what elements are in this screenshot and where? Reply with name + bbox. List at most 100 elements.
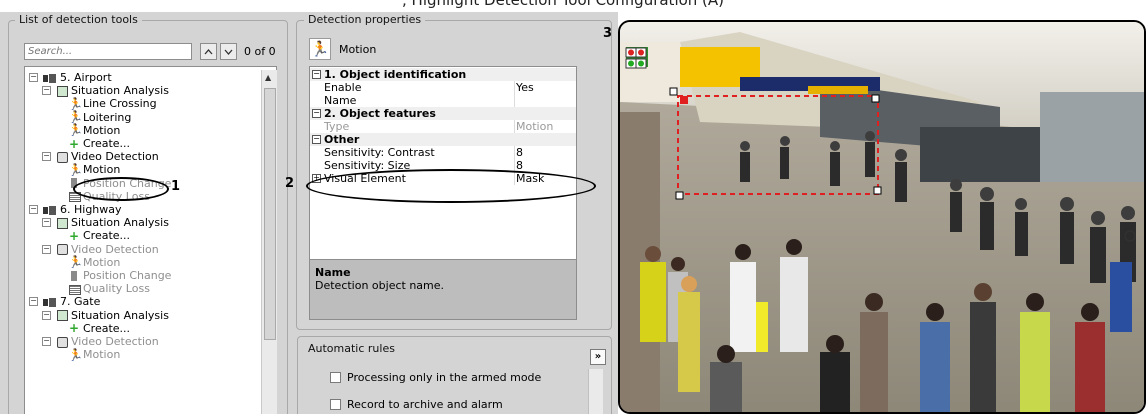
tree-item[interactable]: − 5. Airport (29, 71, 112, 84)
tree-item[interactable]: Position Change (55, 269, 171, 282)
tree-expander-icon[interactable]: − (29, 297, 38, 307)
tree-item-label: Create... (83, 321, 131, 335)
tree-item-label: Motion (83, 348, 121, 362)
tree-item-label: Video Detection (71, 242, 159, 256)
annotation-number-2: 2 (285, 176, 295, 191)
scroll-up-arrow-icon[interactable]: ▲ (265, 73, 271, 82)
tree-expander-icon[interactable]: − (42, 218, 51, 228)
armed-mode-checkbox[interactable] (330, 372, 341, 383)
automatic-rules-title: Automatic rules (304, 342, 399, 355)
video-detection-icon (56, 243, 68, 256)
tree-item-label: 6. Highway (60, 203, 122, 216)
detection-tree: −5. Airport − Situation Analysis 🏃 Line Cros… (24, 66, 277, 414)
video-viewport[interactable] (618, 20, 1146, 414)
zone-handle[interactable] (873, 186, 882, 195)
search-prev-button[interactable] (200, 43, 217, 60)
tree-item[interactable]: Quality Loss (55, 282, 150, 295)
record-archive-checkbox-row[interactable]: Record to archive and alarm (330, 398, 503, 411)
tree-item-label: Motion (83, 163, 121, 177)
tree-item[interactable]: + Create... (55, 137, 130, 150)
situation-analysis-icon (56, 309, 68, 322)
zone-delete-icon[interactable] (680, 96, 688, 104)
tree-item[interactable]: − Situation Analysis (42, 216, 169, 229)
description-text: Detection object name. (315, 279, 445, 292)
line-crossing-icon: 🏃 (68, 96, 83, 111)
annotation-number-3: 3 (603, 26, 613, 41)
tree-item[interactable]: − Video Detection (42, 243, 159, 256)
search-field[interactable] (24, 43, 192, 60)
record-archive-checkbox[interactable] (330, 399, 341, 410)
tree-scroll-thumb[interactable] (264, 88, 276, 340)
property-row[interactable]: Name (310, 94, 576, 107)
property-category[interactable]: −1. Object identification (310, 68, 576, 81)
collapse-button[interactable]: » (590, 349, 606, 365)
tree-expander-icon[interactable]: − (29, 205, 38, 214)
tree-item-label: 7. Gate (60, 295, 101, 309)
property-value[interactable]: Yes (516, 81, 534, 94)
collapse-icon[interactable]: − (312, 135, 321, 144)
tree-item[interactable]: 🏃 Motion (55, 348, 120, 361)
annotation-ellipse-2 (306, 169, 596, 203)
tree-item-label: Situation Analysis (71, 308, 169, 322)
detection-tools-panel: List of detection tools 0 of 0 −5. Airpo… (0, 12, 290, 414)
airport-camera-image (620, 22, 1144, 412)
create-icon: + (68, 321, 80, 336)
tree-scrollbar[interactable]: ▲ (261, 70, 277, 414)
position-change-icon (68, 270, 80, 282)
tree-item[interactable]: − 7. Gate (29, 295, 100, 308)
tree-expander-icon[interactable]: − (42, 337, 51, 346)
tree-item[interactable]: − Video Detection (42, 150, 159, 163)
motion-icon: 🏃 (68, 123, 83, 138)
automatic-rules-scrollbar[interactable] (588, 369, 603, 414)
tree-item[interactable]: − Situation Analysis (42, 309, 169, 322)
chevron-down-icon (224, 49, 233, 55)
tree-expander-icon[interactable]: − (42, 244, 51, 254)
video-detection-icon (56, 151, 68, 163)
tree-item-label: Quality Loss (83, 282, 150, 296)
quality-loss-icon (68, 283, 81, 295)
zone-handle[interactable] (871, 94, 880, 103)
collapse-icon[interactable]: − (312, 70, 321, 79)
tree-item-label: Line Crossing (83, 97, 157, 111)
collapse-icon[interactable]: − (312, 109, 321, 118)
tree-item[interactable]: 🏃 Line Crossing (55, 97, 157, 110)
property-value[interactable]: 8 (516, 146, 523, 159)
description-title: Name (315, 266, 351, 279)
tree-item[interactable]: 🏃 Motion (55, 256, 120, 269)
zone-handle[interactable] (669, 87, 678, 96)
armed-mode-label: Processing only in the armed mode (347, 371, 542, 384)
property-row[interactable]: Type Motion (310, 120, 576, 133)
tree-expander-icon[interactable]: − (29, 73, 38, 82)
tree-item-label: Position Change (83, 269, 172, 282)
property-row[interactable]: Sensitivity: Contrast 8 (310, 146, 576, 159)
armed-mode-checkbox-row[interactable]: Processing only in the armed mode (330, 371, 541, 384)
tree-item[interactable]: 🏃 Motion (55, 163, 120, 176)
property-key: 1. Object identification (324, 68, 467, 81)
server-icon (43, 296, 57, 308)
zone-handle[interactable] (675, 191, 684, 200)
property-key: Name (324, 94, 357, 107)
tree-item[interactable]: 🏃 Motion (55, 124, 120, 137)
tree-item[interactable]: 🏃 Loitering (55, 111, 131, 124)
property-key: 2. Object features (324, 107, 436, 120)
tree-expander-icon[interactable]: − (42, 86, 51, 96)
search-next-button[interactable] (220, 43, 237, 60)
column-divider (514, 94, 515, 107)
top-caption: , Highlight Detection Tool Configuration… (402, 0, 725, 9)
detection-properties-panel: Detection properties 🏃 Motion −1. Object… (290, 12, 618, 414)
property-row[interactable]: Enable Yes (310, 81, 576, 94)
record-archive-label: Record to archive and alarm (347, 398, 503, 411)
property-category[interactable]: − Other (310, 133, 576, 146)
situation-analysis-icon (56, 85, 68, 97)
property-value[interactable]: Motion (516, 120, 553, 133)
search-input[interactable] (25, 44, 191, 59)
tree-item[interactable]: − Situation Analysis (42, 84, 169, 97)
tree-item-label: Create... (83, 137, 131, 150)
tree-expander-icon[interactable]: − (42, 152, 51, 162)
tree-item[interactable]: + Create... (55, 322, 130, 335)
tree-item[interactable]: − 6. Highway (29, 203, 122, 216)
tree-item[interactable]: + Create... (55, 229, 130, 242)
tree-item[interactable]: − Video Detection (42, 335, 159, 348)
property-category[interactable]: −2. Object features (310, 107, 576, 120)
tree-expander-icon[interactable]: − (42, 310, 51, 320)
